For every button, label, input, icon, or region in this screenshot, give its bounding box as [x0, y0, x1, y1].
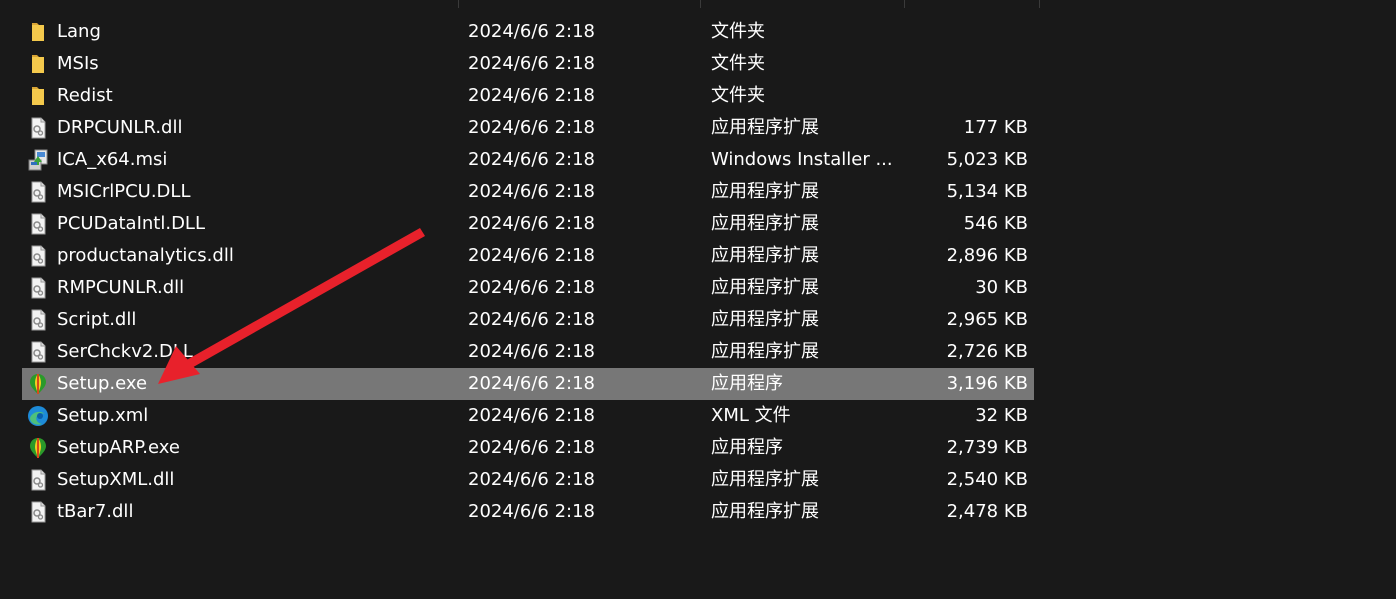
file-size: 546 KB [963, 213, 1028, 234]
file-size: 2,478 KB [946, 501, 1028, 522]
file-name: Lang [57, 21, 101, 42]
dll-file-icon [26, 276, 50, 300]
file-row[interactable]: PCUDataIntl.DLL 2024/6/6 2:18 应用程序扩展 546 KB [22, 208, 1034, 240]
file-row[interactable]: ICA_x64.msi 2024/6/6 2:18 Windows Installe… [22, 144, 1034, 176]
file-name: Script.dll [57, 309, 137, 330]
file-type: 应用程序扩展 [711, 213, 819, 234]
msi-installer-icon [26, 148, 50, 172]
file-name: Setup.xml [57, 405, 149, 426]
file-name: PCUDataIntl.DLL [57, 213, 205, 234]
dll-file-icon [26, 308, 50, 332]
file-type: 文件夹 [711, 53, 765, 74]
file-type: 应用程序扩展 [711, 277, 819, 298]
file-row[interactable]: SetupARP.exe 2024/6/6 2:18 应用程序 2,739 KB [22, 432, 1034, 464]
file-name: productanalytics.dll [57, 245, 234, 266]
folder-icon [26, 52, 50, 76]
dll-file-icon [26, 244, 50, 268]
file-row[interactable]: Setup.xml 2024/6/6 2:18 XML 文件 32 KB [22, 400, 1034, 432]
file-size: 2,540 KB [946, 469, 1028, 490]
file-type: 应用程序扩展 [711, 341, 819, 362]
file-row[interactable]: RMPCUNLR.dll 2024/6/6 2:18 应用程序扩展 30 KB [22, 272, 1034, 304]
file-name: Redist [57, 85, 113, 106]
dll-file-icon [26, 212, 50, 236]
file-name: SerChckv2.DLL [57, 341, 193, 362]
column-divider[interactable] [1039, 0, 1040, 8]
file-type: 文件夹 [711, 85, 765, 106]
file-modified-date: 2024/6/6 2:18 [468, 213, 595, 234]
file-name: SetupARP.exe [57, 437, 180, 458]
file-type: 应用程序扩展 [711, 309, 819, 330]
file-name: MSICrlPCU.DLL [57, 181, 191, 202]
file-row[interactable]: Lang 2024/6/6 2:18 文件夹 [22, 16, 1034, 48]
file-type: 应用程序扩展 [711, 469, 819, 490]
file-row[interactable]: productanalytics.dll 2024/6/6 2:18 应用程序扩展 2… [22, 240, 1034, 272]
file-type: 应用程序 [711, 437, 783, 458]
file-modified-date: 2024/6/6 2:18 [468, 437, 595, 458]
file-type: 文件夹 [711, 21, 765, 42]
file-modified-date: 2024/6/6 2:18 [468, 149, 595, 170]
dll-file-icon [26, 180, 50, 204]
dll-file-icon [26, 500, 50, 524]
file-name: Setup.exe [57, 373, 148, 394]
file-size: 177 KB [963, 117, 1028, 138]
file-size: 2,965 KB [946, 309, 1028, 330]
file-row[interactable]: MSICrlPCU.DLL 2024/6/6 2:18 应用程序扩展 5,134 KB [22, 176, 1034, 208]
column-divider[interactable] [904, 0, 905, 8]
file-modified-date: 2024/6/6 2:18 [468, 245, 595, 266]
file-modified-date: 2024/6/6 2:18 [468, 405, 595, 426]
file-modified-date: 2024/6/6 2:18 [468, 85, 595, 106]
file-row[interactable]: SerChckv2.DLL 2024/6/6 2:18 应用程序扩展 2,726 KB [22, 336, 1034, 368]
file-modified-date: 2024/6/6 2:18 [468, 181, 595, 202]
file-size: 5,023 KB [946, 149, 1028, 170]
file-list: Lang 2024/6/6 2:18 文件夹 MSIs 2024/6/6 2:18 文件夹… [22, 16, 1034, 528]
folder-icon [26, 84, 50, 108]
file-name: tBar7.dll [57, 501, 134, 522]
column-divider[interactable] [700, 0, 701, 8]
file-name: SetupXML.dll [57, 469, 175, 490]
file-modified-date: 2024/6/6 2:18 [468, 341, 595, 362]
file-size: 3,196 KB [946, 373, 1028, 394]
file-size: 5,134 KB [946, 181, 1028, 202]
file-modified-date: 2024/6/6 2:18 [468, 501, 595, 522]
file-name: DRPCUNLR.dll [57, 117, 183, 138]
edge-browser-icon [26, 404, 50, 428]
file-row[interactable]: DRPCUNLR.dll 2024/6/6 2:18 应用程序扩展 177 KB [22, 112, 1034, 144]
file-size: 2,726 KB [946, 341, 1028, 362]
file-row[interactable]: Redist 2024/6/6 2:18 文件夹 [22, 80, 1034, 112]
file-modified-date: 2024/6/6 2:18 [468, 117, 595, 138]
file-row[interactable]: tBar7.dll 2024/6/6 2:18 应用程序扩展 2,478 KB [22, 496, 1034, 528]
file-type: XML 文件 [711, 405, 791, 426]
file-type: 应用程序扩展 [711, 245, 819, 266]
file-modified-date: 2024/6/6 2:18 [468, 53, 595, 74]
file-modified-date: 2024/6/6 2:18 [468, 309, 595, 330]
file-type: 应用程序 [711, 373, 783, 394]
file-size: 32 KB [975, 405, 1028, 426]
file-type: 应用程序扩展 [711, 501, 819, 522]
file-row[interactable]: Script.dll 2024/6/6 2:18 应用程序扩展 2,965 KB [22, 304, 1034, 336]
file-type: 应用程序扩展 [711, 117, 819, 138]
file-name: ICA_x64.msi [57, 149, 168, 170]
file-row[interactable]: SetupXML.dll 2024/6/6 2:18 应用程序扩展 2,540 KB [22, 464, 1034, 496]
folder-icon [26, 20, 50, 44]
file-size: 2,896 KB [946, 245, 1028, 266]
file-explorer-content: Lang 2024/6/6 2:18 文件夹 MSIs 2024/6/6 2:18 文件夹… [0, 0, 1396, 599]
file-row[interactable]: MSIs 2024/6/6 2:18 文件夹 [22, 48, 1034, 80]
file-type: 应用程序扩展 [711, 181, 819, 202]
file-modified-date: 2024/6/6 2:18 [468, 373, 595, 394]
dll-file-icon [26, 340, 50, 364]
file-name: MSIs [57, 53, 99, 74]
coreldraw-balloon-icon [26, 436, 50, 460]
file-size: 2,739 KB [946, 437, 1028, 458]
file-modified-date: 2024/6/6 2:18 [468, 21, 595, 42]
file-row[interactable]: Setup.exe 2024/6/6 2:18 应用程序 3,196 KB [22, 368, 1034, 400]
file-modified-date: 2024/6/6 2:18 [468, 469, 595, 490]
file-name: RMPCUNLR.dll [57, 277, 185, 298]
file-type: Windows Installer ... [711, 149, 891, 170]
dll-file-icon [26, 468, 50, 492]
file-modified-date: 2024/6/6 2:18 [468, 277, 595, 298]
dll-file-icon [26, 116, 50, 140]
coreldraw-balloon-icon [26, 372, 50, 396]
column-divider[interactable] [458, 0, 459, 8]
file-size: 30 KB [975, 277, 1028, 298]
